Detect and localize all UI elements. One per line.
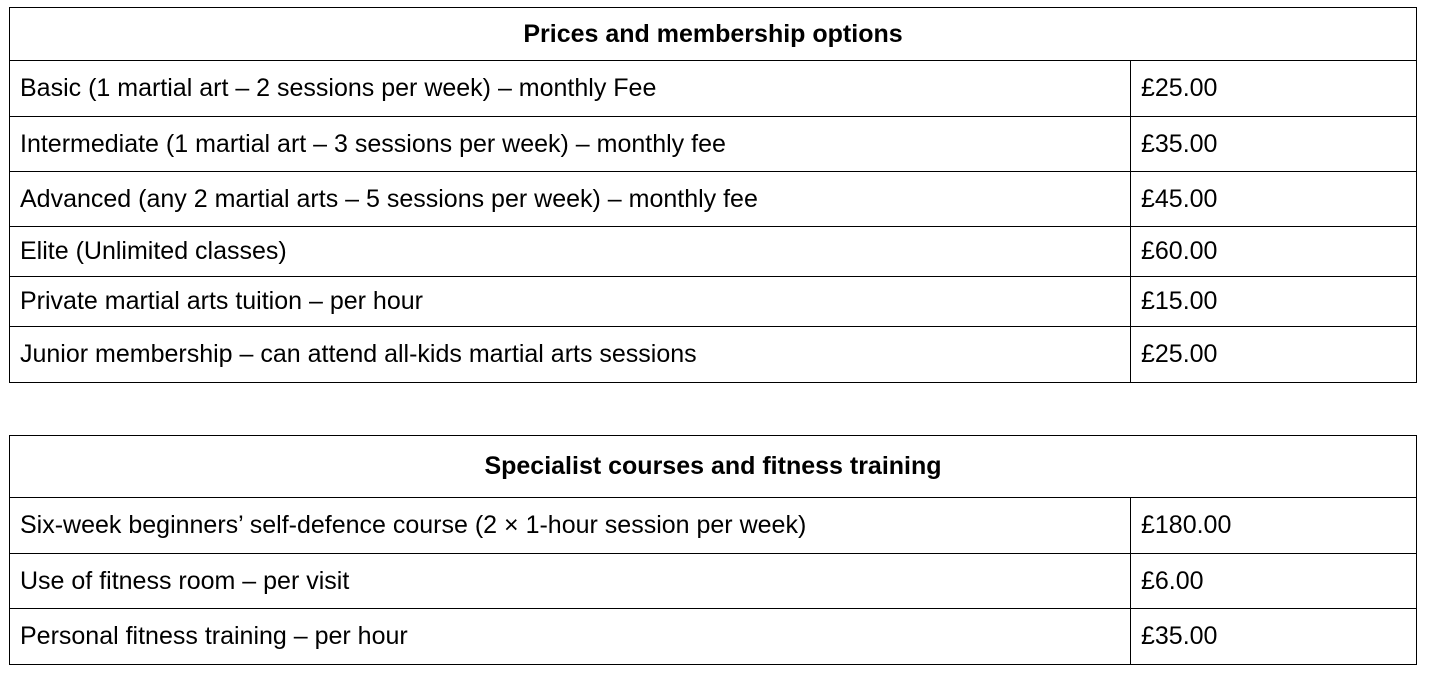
option-label: Basic (1 martial art – 2 sessions per we… bbox=[9, 60, 1131, 117]
option-price: £15.00 bbox=[1129, 276, 1418, 327]
option-price: £25.00 bbox=[1129, 326, 1418, 383]
option-label: Junior membership – can attend all-kids … bbox=[9, 326, 1131, 383]
table-row: Basic (1 martial art – 2 sessions per we… bbox=[9, 60, 1418, 117]
option-label: Elite (Unlimited classes) bbox=[9, 226, 1131, 277]
table-row: Six-week beginners’ self-defence course … bbox=[9, 497, 1417, 554]
table-row: Private martial arts tuition – per hour … bbox=[9, 276, 1418, 327]
specialist-price-table: Specialist courses and fitness training … bbox=[9, 435, 1417, 665]
option-label: Advanced (any 2 martial arts – 5 session… bbox=[9, 171, 1131, 227]
option-label: Private martial arts tuition – per hour bbox=[9, 276, 1131, 327]
table-header-row: Prices and membership options bbox=[8, 7, 1418, 61]
option-price: £35.00 bbox=[1129, 116, 1418, 172]
table-row: Use of fitness room – per visit £6.00 bbox=[9, 553, 1417, 609]
course-label: Six-week beginners’ self-defence course … bbox=[9, 497, 1131, 554]
course-price: £35.00 bbox=[1130, 608, 1417, 665]
option-price: £25.00 bbox=[1129, 60, 1418, 117]
table-row: Junior membership – can attend all-kids … bbox=[9, 326, 1418, 383]
membership-table-title: Prices and membership options bbox=[8, 7, 1418, 61]
course-price: £6.00 bbox=[1130, 553, 1417, 609]
table-row: Intermediate (1 martial art – 3 sessions… bbox=[9, 116, 1418, 172]
table-row: Personal fitness training – per hour £35… bbox=[9, 608, 1417, 665]
course-label: Personal fitness training – per hour bbox=[9, 608, 1131, 665]
specialist-table-title: Specialist courses and fitness training bbox=[9, 435, 1417, 498]
option-price: £45.00 bbox=[1129, 171, 1418, 227]
membership-price-table: Prices and membership options Basic (1 m… bbox=[8, 7, 1418, 383]
table-header-row: Specialist courses and fitness training bbox=[9, 435, 1417, 498]
table-row: Elite (Unlimited classes) £60.00 bbox=[9, 226, 1418, 277]
table-row: Advanced (any 2 martial arts – 5 session… bbox=[9, 171, 1418, 227]
course-label: Use of fitness room – per visit bbox=[9, 553, 1131, 609]
option-price: £60.00 bbox=[1129, 226, 1418, 277]
course-price: £180.00 bbox=[1130, 497, 1417, 554]
option-label: Intermediate (1 martial art – 3 sessions… bbox=[9, 116, 1131, 172]
